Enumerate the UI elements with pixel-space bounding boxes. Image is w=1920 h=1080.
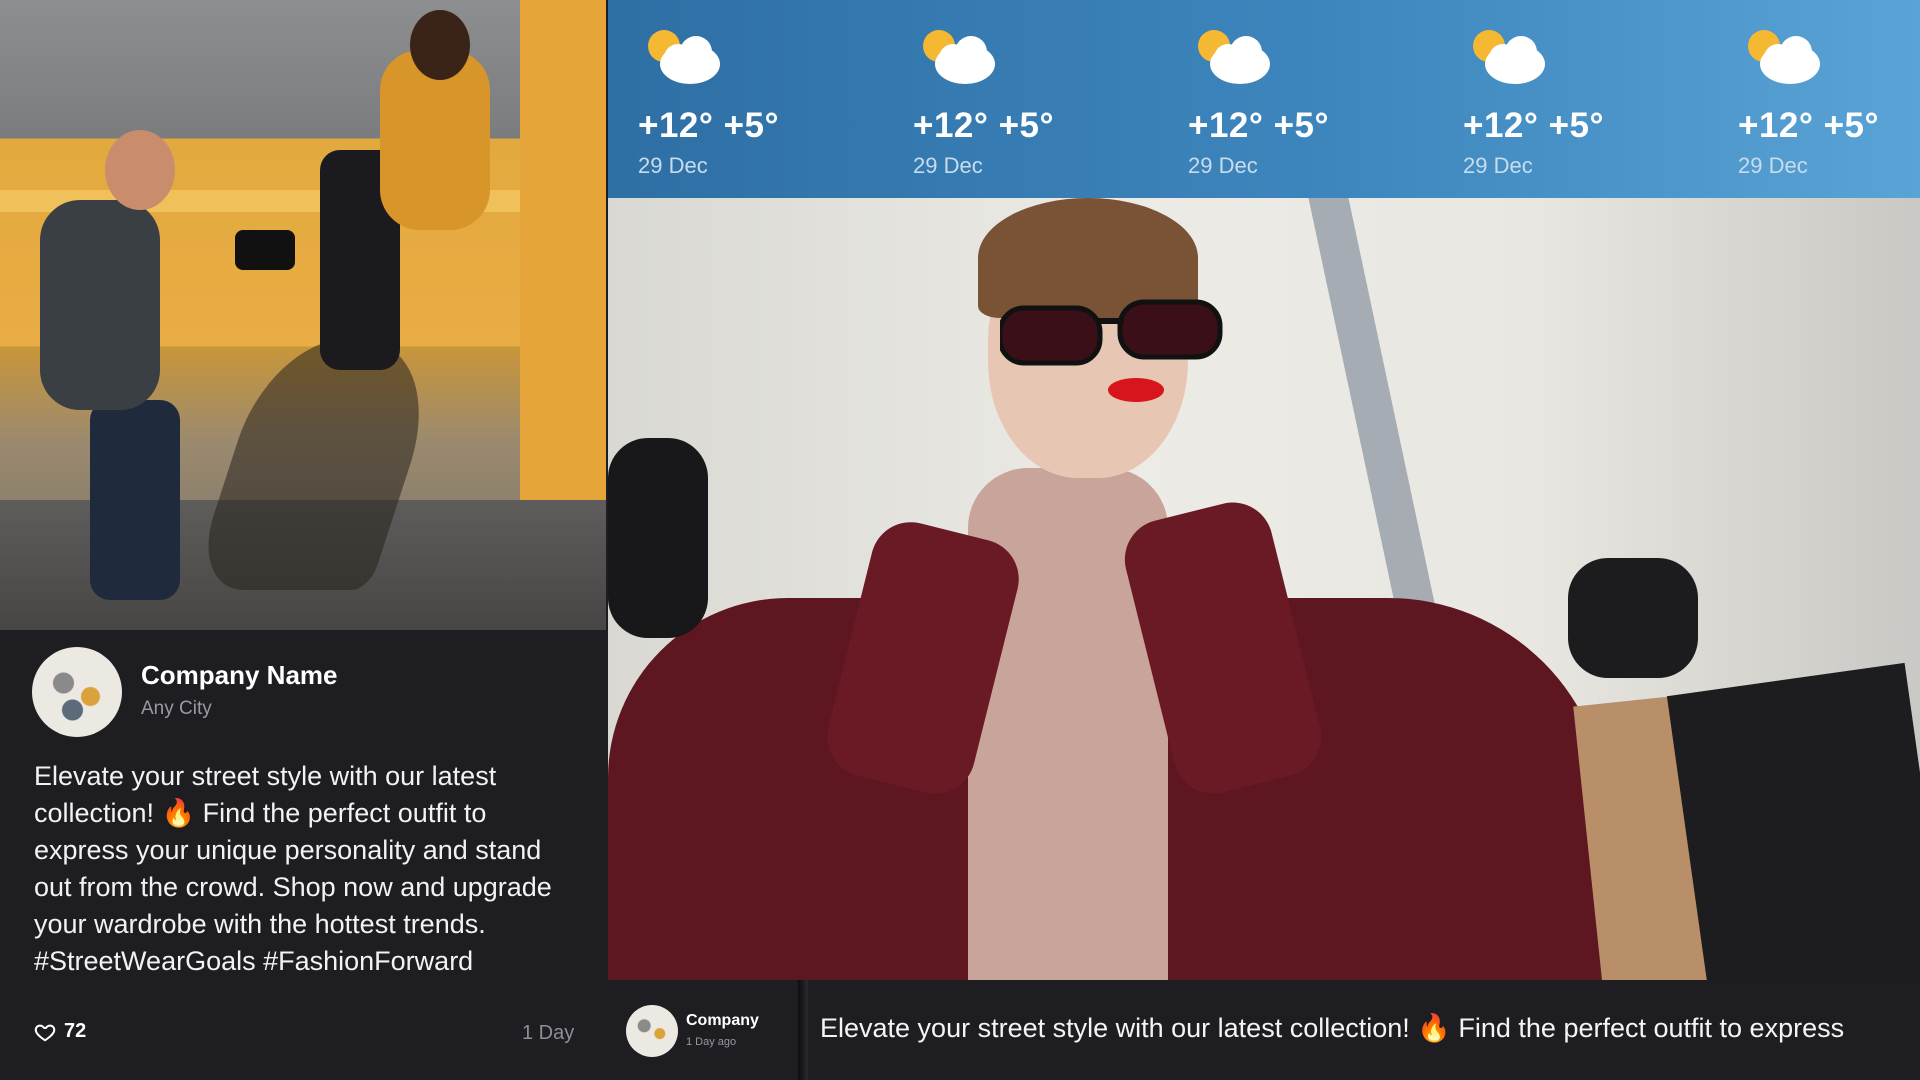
videographer-legs [90,400,180,600]
partly-cloudy-icon [923,30,995,84]
ticker-avatar [626,1005,678,1057]
forecast-date: 29 Dec [1463,153,1533,178]
company-name: Company Name [141,660,338,690]
partly-cloudy-icon [1198,30,1270,84]
company-city: Any City [141,698,212,719]
news-ticker: Company 1 Day ago Elevate your street st… [608,980,1920,1080]
forecast-date: 29 Dec [1738,153,1808,178]
ticker-company: Company [686,1012,759,1029]
red-lips [1108,378,1164,402]
partly-cloudy-icon [648,30,720,84]
likes-count: 72 [64,1020,87,1042]
likes-counter: 72 [34,1020,86,1043]
model-head [410,10,470,80]
black-glove-right [1568,558,1698,678]
temperature-range: +12° +5° [638,106,780,145]
forecast-day: +12° +5° 29 Dec [1158,0,1408,198]
forecast-date: 29 Dec [1188,153,1258,178]
black-glove-left [608,438,708,638]
temperature-range: +12° +5° [1738,106,1880,145]
forecast-day: +12° +5° 29 Dec [1433,0,1683,198]
shopping-bag-black [1666,662,1920,980]
street-photo [0,0,606,630]
post-text: Elevate your street style with our lates… [34,761,552,976]
temperature-range: +12° +5° [913,106,1055,145]
forecast-date: 29 Dec [638,153,708,178]
weather-forecast: +12° +5° 29 Dec +12° +5° 29 Dec +12° +5°… [608,0,1920,198]
concrete-pillar [520,0,606,500]
videographer-body [40,200,160,410]
ticker-text: Elevate your street style with our lates… [820,1013,1845,1043]
forecast-day: +12° +5° 29 Dec [608,0,858,198]
temperature-range: +12° +5° [1463,106,1605,145]
ticker-divider [798,980,808,1080]
company-avatar [32,647,122,737]
videographer-head [105,130,175,210]
forecast-day: +12° +5° 29 Dec [883,0,1133,198]
camera-gimbal [235,230,295,270]
post-age: 1 Day [522,1022,575,1044]
fashion-photo [608,198,1920,980]
ticker-brand: Company 1 Day ago [608,980,798,1080]
sunglasses [1000,299,1223,366]
heart-icon [34,1024,56,1041]
temperature-range: +12° +5° [1188,106,1330,145]
forecast-day: +12° +5° 29 Dec [1708,0,1920,198]
partly-cloudy-icon [1473,30,1545,84]
ticker-age: 1 Day ago [686,1036,737,1048]
forecast-date: 29 Dec [913,153,983,178]
partly-cloudy-icon [1748,30,1820,84]
